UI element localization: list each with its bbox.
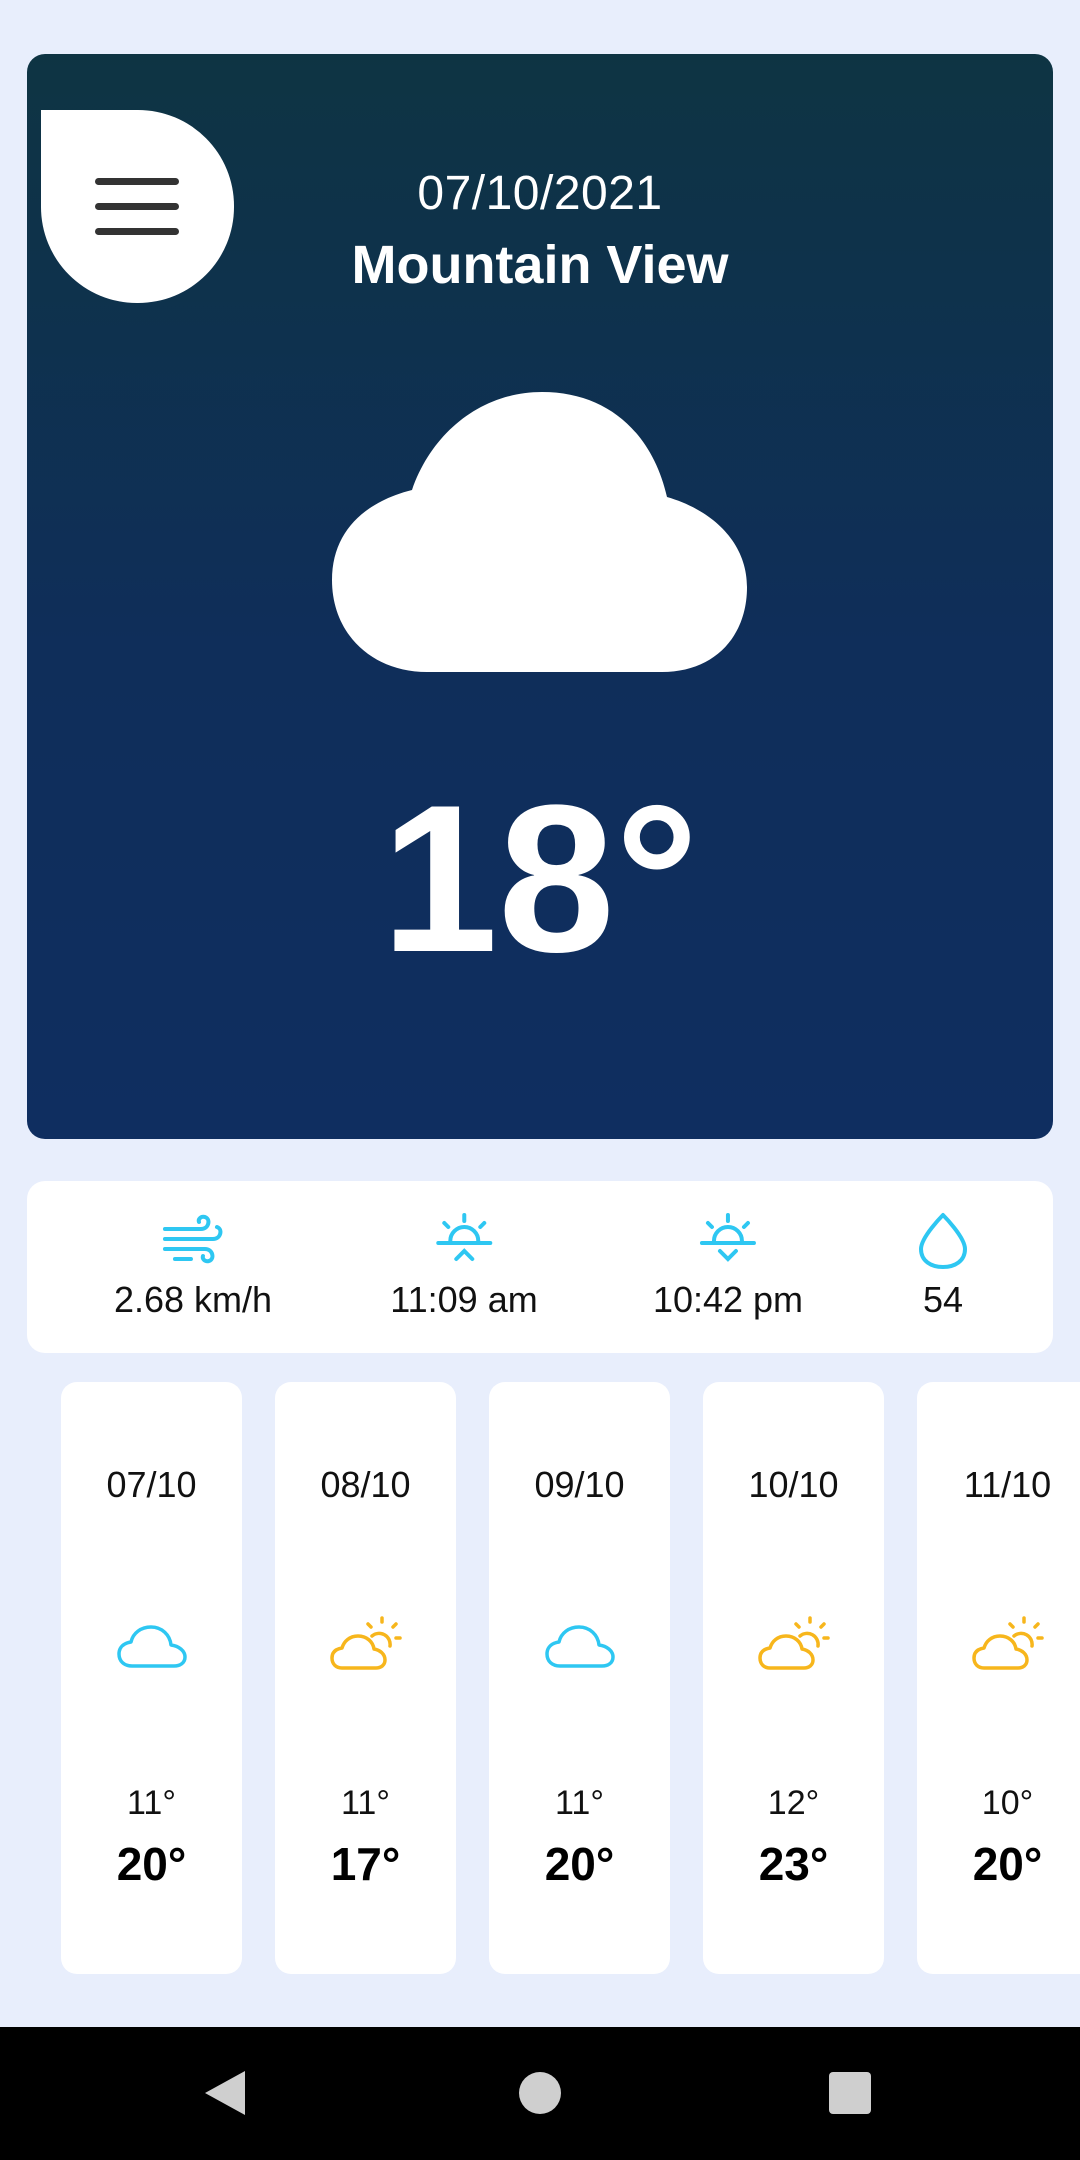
current-date: 07/10/2021 [417,167,663,220]
current-weather-card: 07/10/2021 Mountain View 18° [27,54,1053,1139]
forecast-high: 17° [330,1838,401,1890]
weather-stats-panel: 2.68 km/h 11:09 am 10:42 pm 54 [27,1181,1053,1353]
forecast-low: 11° [127,1784,176,1822]
partly-sunny-icon [329,1616,402,1670]
sunrise-icon [436,1213,492,1261]
forecast-list[interactable]: 07/10 11° 20° 08/10 11° 17° 09/10 11° 20… [0,1382,1080,1974]
recent-apps-icon[interactable] [829,2072,871,2114]
partly-sunny-icon [757,1616,830,1670]
sunset-value: 10:42 pm [652,1279,804,1320]
partly-sunny-icon [971,1616,1044,1670]
cloud-icon [544,1625,615,1668]
forecast-date: 11/10 [963,1464,1052,1505]
wind-stat: 2.68 km/h [114,1211,272,1321]
forecast-high: 23° [758,1838,829,1890]
forecast-date: 09/10 [534,1464,625,1505]
sunset-icon [699,1213,756,1262]
humidity-stat: 54 [911,1211,975,1321]
wind-value: 2.68 km/h [113,1279,273,1320]
humidity-icon [919,1213,967,1269]
system-navigation-bar [0,2027,1080,2160]
home-icon[interactable] [519,2072,561,2114]
sunset-stat: 10:42 pm [653,1211,803,1321]
current-temperature: 18° [381,761,699,996]
forecast-low: 10° [981,1784,1034,1822]
cloud-icon [332,392,747,672]
cloud-icon [116,1625,187,1668]
sunrise-stat: 11:09 am [390,1211,538,1321]
forecast-high: 20° [972,1838,1043,1890]
city-name: Mountain View [351,235,729,295]
forecast-card[interactable]: 11/10 10° 20° [917,1382,1080,1974]
forecast-date: 10/10 [748,1464,839,1505]
humidity-value: 54 [922,1279,964,1320]
forecast-card[interactable]: 07/10 11° 20° [61,1382,242,1974]
sunrise-value: 11:09 am [390,1279,538,1320]
back-icon[interactable] [205,2071,245,2115]
forecast-low: 11° [555,1784,604,1822]
forecast-date: 08/10 [320,1464,411,1505]
forecast-high: 20° [116,1838,187,1890]
forecast-high: 20° [544,1838,615,1890]
wind-icon [163,1214,223,1264]
forecast-card[interactable]: 08/10 11° 17° [275,1382,456,1974]
forecast-date: 07/10 [106,1464,197,1505]
forecast-low: 12° [767,1784,820,1822]
forecast-card[interactable]: 10/10 12° 23° [703,1382,884,1974]
forecast-card[interactable]: 09/10 11° 20° [489,1382,670,1974]
forecast-low: 11° [341,1784,390,1822]
